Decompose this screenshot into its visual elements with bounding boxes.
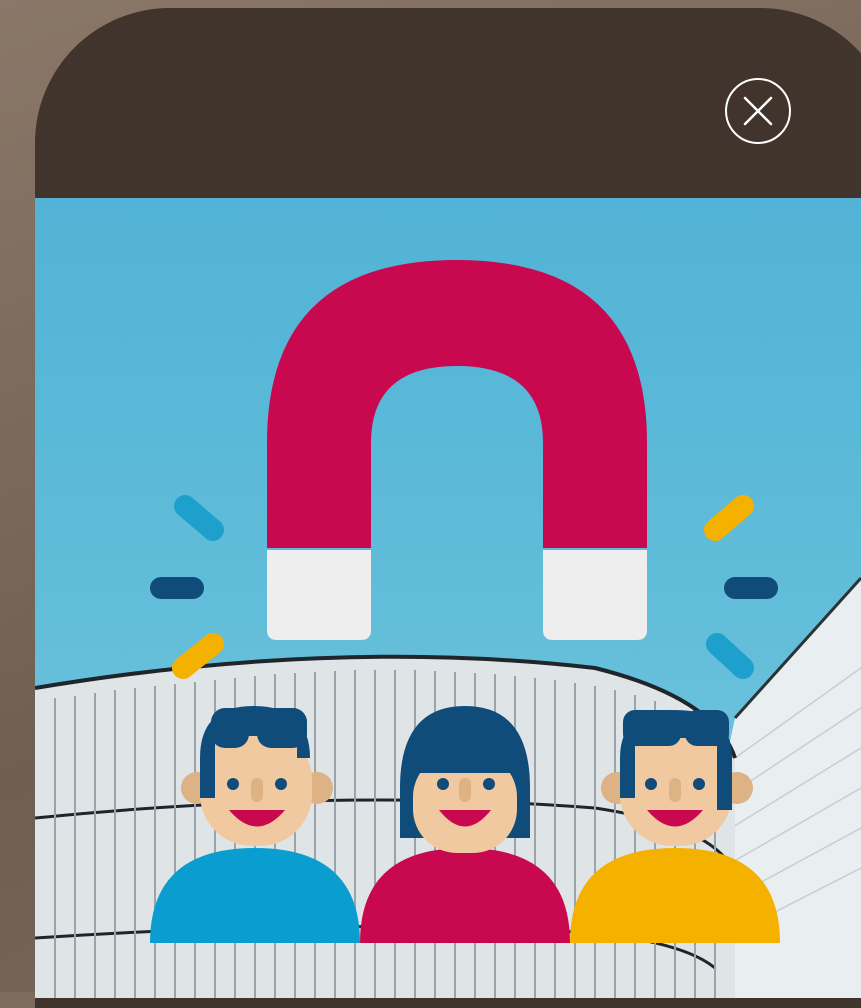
magnet-icon <box>267 260 647 640</box>
modal-header <box>35 8 861 198</box>
sparkle-lines-icon <box>150 495 778 679</box>
close-icon <box>743 96 773 126</box>
close-button[interactable] <box>725 78 791 144</box>
people-group-icon <box>150 706 780 943</box>
modal-dialog <box>35 8 861 1008</box>
hero-illustration <box>35 198 861 998</box>
